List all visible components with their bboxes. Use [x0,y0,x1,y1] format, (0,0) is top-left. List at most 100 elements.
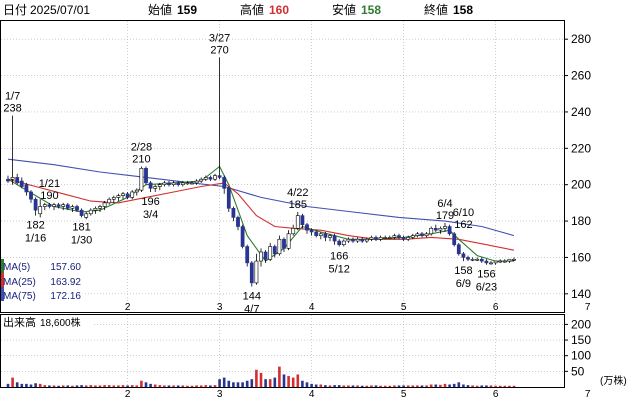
price-tick-label: 260 [571,69,591,83]
volume-bar [503,385,507,387]
candle-body [222,177,227,189]
candle [337,239,342,247]
candle [240,224,245,249]
candle [484,259,489,265]
candle-body [309,229,314,233]
volume-bar [471,385,474,387]
volume-bar [434,384,438,387]
price-grid [1,38,564,295]
candle [42,202,47,211]
stock-chart: 日付 2025/07/01 始値 159 高値 160 安値 158 終値 15… [0,2,627,400]
candle [470,257,475,262]
volume-bar [264,379,267,387]
candle-body [484,260,489,264]
volume-bar [314,384,318,387]
candle [6,175,10,183]
candle-body [139,168,144,191]
annotation-value: 238 [3,103,21,115]
candle [277,235,282,256]
volume-bar [301,380,304,387]
volume-bar [107,385,111,387]
volume-bar [512,385,516,387]
candle-body [305,224,309,231]
volume-bar [416,385,419,387]
candle-body [167,182,171,185]
close-label: 終値 [424,2,448,17]
candle [369,235,374,242]
candle-body [203,177,208,180]
volume-bar [508,385,511,387]
candle [29,190,33,203]
volume-bar [135,385,139,387]
candle [346,237,351,243]
month-tick-label-volume: 5 [401,389,407,400]
candle [245,244,250,267]
candle [171,181,176,187]
volume-bar [268,379,272,387]
volume-bar [411,385,415,387]
volume-tick-label: 150 [571,333,591,347]
volume-bar [149,383,152,387]
annotation-date: 1/7 [5,91,20,103]
candle-body [245,246,250,264]
candle [397,233,401,240]
volume-bar [236,382,240,387]
volume-bar [176,385,180,387]
candle [88,208,93,216]
price-tick-label: 160 [571,250,591,264]
annotation-value: 190 [40,190,58,202]
candle-body [479,258,484,262]
volume-bar [443,383,447,387]
volume-bar [365,385,369,387]
volume-bar [452,383,456,387]
volume-bar [388,385,392,387]
candle [332,233,337,245]
candle-body [493,260,498,264]
volume-bar [319,384,323,387]
volume-bar [126,385,129,387]
candle [222,175,227,194]
annotation-date: 6/4 [437,198,452,210]
candle-body [429,228,434,235]
candle-body [456,244,461,255]
volume-bar [273,377,277,387]
volume-bar [57,385,60,387]
candle-body [157,184,162,187]
candle-body [295,215,300,229]
candle [512,257,516,262]
open-label: 始値 [148,2,172,17]
candle-body [341,240,346,246]
volume-bar [158,385,162,387]
candle [295,211,300,231]
candle [38,199,43,218]
volume-bars [6,366,516,387]
candle-body [194,180,199,184]
volume-bar [121,385,125,387]
candle-body [415,233,420,236]
month-tick-label: 6 [493,302,499,313]
candle-body [378,237,383,240]
candle-body [328,235,332,238]
candle-body [314,231,319,236]
volume-bar [448,384,451,387]
candle-body [111,197,116,200]
volume-bar [342,385,346,387]
volume-bar [153,384,157,387]
volume-axis: 50100 150 200 [564,317,591,378]
candle [111,195,116,203]
candle-body [102,202,107,207]
candle [249,261,254,287]
candle-body [337,240,342,246]
candle [130,190,135,200]
price-tick-label: 180 [571,214,591,228]
month-tick-label: 2 [125,302,131,313]
ma5-label: MA(5) [3,262,30,273]
volume-bar [379,385,382,387]
candle [98,204,102,212]
volume-bar [94,385,97,387]
candle-body [29,191,33,200]
ma75-label: MA(75) [3,291,36,302]
candle-body [42,204,47,207]
volume-bar [425,385,428,387]
candle-body [47,204,52,207]
